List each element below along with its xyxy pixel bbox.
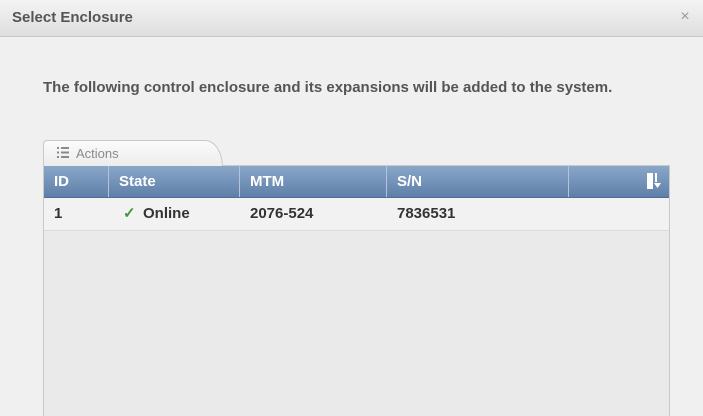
dialog-message: The following control enclosure and its … [43,79,613,96]
dialog-titlebar: Select Enclosure × [0,0,703,37]
table-grid: ID State MTM S/N 1 ✓ Online 2076-524 7836… [43,166,670,416]
cell-id: 1 [54,205,63,222]
close-icon[interactable]: × [677,8,693,26]
column-header-sn[interactable]: S/N [387,166,569,197]
column-header-mtm[interactable]: MTM [240,166,387,197]
cell-state: ✓ Online [109,198,240,230]
actions-button[interactable]: Actions [43,140,223,167]
column-header-state[interactable]: State [109,166,240,197]
actions-label: Actions [76,146,119,161]
table-header: ID State MTM S/N [44,166,669,198]
column-header-id[interactable]: ID [44,166,109,197]
cell-sn: 7836531 [397,205,456,222]
column-config-icon[interactable] [647,173,661,190]
table-row[interactable]: 1 ✓ Online 2076-524 7836531 [44,198,669,231]
checkmark-icon: ✓ [123,205,136,222]
state-label: Online [143,205,190,222]
list-icon [57,147,69,158]
cell-mtm: 2076-524 [250,205,314,222]
column-config-header [569,166,669,197]
enclosure-table: Actions ID State MTM S/N 1 ✓ Online 2076-… [43,140,670,416]
dialog-title: Select Enclosure [12,9,133,26]
